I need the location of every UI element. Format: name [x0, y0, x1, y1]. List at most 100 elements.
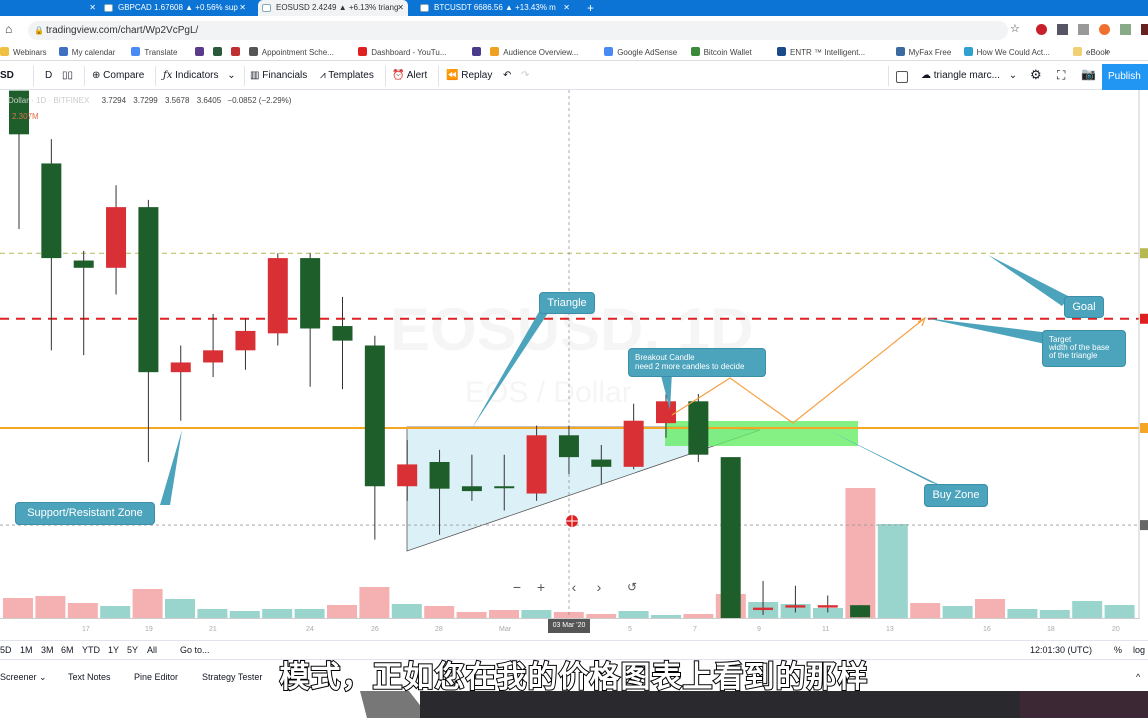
- goal-callout[interactable]: Goal: [1064, 296, 1104, 318]
- bookmarks-more-button[interactable]: »: [1106, 47, 1110, 56]
- bookmark-item[interactable]: Bitcoin Wallet: [690, 47, 752, 57]
- candle: [267, 253, 288, 346]
- volume-bar: [3, 598, 33, 618]
- publish-button[interactable]: Publish: [1102, 64, 1148, 90]
- price-tag: [1140, 248, 1148, 259]
- callout-pointer: [925, 318, 1050, 345]
- candles-icon[interactable]: ▯▯: [62, 70, 73, 81]
- extension-icon[interactable]: [1078, 24, 1089, 35]
- bookmark-item[interactable]: ENTR ™ Intelligent...: [777, 47, 865, 57]
- bookmark-item[interactable]: Audience Overview...: [490, 47, 578, 57]
- candle-body: [300, 258, 321, 329]
- price-tag: [1140, 520, 1148, 531]
- bookmark-item[interactable]: How We Could Act...: [963, 47, 1050, 57]
- extension-icon[interactable]: [1099, 24, 1110, 35]
- star-icon[interactable]: ☆: [1010, 22, 1020, 35]
- x-tick-label: 7: [693, 626, 697, 633]
- volume-bar: [262, 609, 293, 618]
- volume-bar: [100, 606, 131, 618]
- bookmark-label: Google AdSense: [617, 48, 678, 57]
- bookmark-label: MyFax Free: [908, 48, 952, 57]
- candle: [170, 345, 191, 421]
- triangle-callout[interactable]: Triangle: [539, 292, 595, 314]
- tab-label: BTCUSDT 6686.56 ▲ +13.43% m: [434, 3, 556, 12]
- bookmark-item[interactable]: Translate: [131, 47, 177, 57]
- replay-button[interactable]: ⏪ Replay: [446, 70, 492, 81]
- volume-bar: [1039, 610, 1070, 618]
- buy-zone-callout[interactable]: Buy Zone: [924, 484, 988, 507]
- tab-gbpcad[interactable]: GBPCAD 1.67608 ▲ +0.56% sup ✕: [100, 0, 250, 16]
- compare-button[interactable]: ⊕ Compare: [92, 70, 144, 81]
- adblock-icon[interactable]: [1036, 24, 1047, 35]
- callout-pointer: [988, 255, 1070, 306]
- tab-btcusdt[interactable]: BTCUSDT 6686.56 ▲ +13.43% m ✕: [416, 0, 574, 16]
- scroll-forward-button[interactable]: ›: [591, 579, 607, 595]
- undo-icon[interactable]: ↶: [503, 70, 511, 81]
- gear-icon[interactable]: ⚙: [1030, 67, 1042, 83]
- camera-icon[interactable]: 📷: [1081, 67, 1096, 81]
- alert-label: Alert: [406, 70, 428, 81]
- target-callout[interactable]: Target width of the base of the triangle: [1042, 330, 1126, 367]
- callout-note: need 2 more candles to decide: [635, 362, 745, 371]
- legend-low: 3.5678: [164, 96, 190, 105]
- bookmark-item[interactable]: [194, 47, 208, 57]
- bookmark-item[interactable]: MyFax Free: [895, 47, 952, 57]
- candle-body: [850, 605, 871, 618]
- bookmark-item[interactable]: [230, 47, 244, 57]
- zoom-in-button[interactable]: +: [533, 579, 549, 595]
- chart-toolbar: SD D ▯▯ ⊕ Compare ƒx Indicators ⌄ ▥ Fina…: [0, 62, 1148, 90]
- extension-icon[interactable]: [1057, 24, 1068, 35]
- bookmark-icon: [212, 47, 222, 56]
- zoom-out-button[interactable]: −: [509, 579, 525, 595]
- candle-body: [429, 461, 450, 489]
- candle: [850, 605, 871, 618]
- bookmark-item[interactable]: Webinars: [0, 47, 47, 57]
- close-icon[interactable]: ✕: [239, 0, 246, 16]
- candle: [364, 335, 385, 540]
- symbol-search[interactable]: SD: [0, 70, 14, 81]
- url-input[interactable]: 🔒 tradingview.com/chart/Wp2VcPgL/: [28, 21, 1008, 40]
- price-chart[interactable]: EOSUSD, 1D EOS / Dollar: [0, 90, 1148, 618]
- bookmark-item[interactable]: Dashboard - YouTu...: [358, 47, 447, 57]
- indicators-button[interactable]: ƒx Indicators ⌄: [163, 70, 236, 81]
- support-callout[interactable]: Support/Resistant Zone: [15, 502, 155, 525]
- bookmark-icon: [690, 47, 700, 56]
- candle: [203, 313, 224, 378]
- bookmark-item[interactable]: My calendar: [58, 47, 115, 57]
- candle: [720, 457, 741, 618]
- tab-label: GBPCAD 1.67608 ▲ +0.56% sup: [118, 3, 238, 12]
- scroll-back-button[interactable]: ‹: [566, 579, 582, 595]
- candle-body: [397, 464, 418, 487]
- extension-icon[interactable]: [1120, 24, 1131, 35]
- bookmark-item[interactable]: Appointment Sche...: [248, 47, 334, 57]
- close-icon[interactable]: ✕: [397, 0, 404, 16]
- tab-close-prev[interactable]: ✕: [0, 0, 100, 16]
- bookmark-icon: [0, 47, 9, 56]
- select-checkbox[interactable]: [896, 71, 908, 83]
- x-tick-label: 20: [1112, 626, 1120, 633]
- reset-chart-button[interactable]: ↺: [624, 580, 640, 594]
- fullscreen-icon[interactable]: ⛶: [1057, 68, 1065, 83]
- breakout-callout[interactable]: Breakout Candle need 2 more candles to de…: [628, 348, 766, 377]
- home-icon[interactable]: ⌂: [5, 22, 12, 36]
- chevron-down-icon[interactable]: ⌄: [227, 70, 235, 81]
- bookmark-item[interactable]: [212, 47, 226, 57]
- new-tab-button[interactable]: +: [582, 0, 602, 16]
- x-tick-label: 24: [306, 626, 314, 633]
- close-icon[interactable]: ✕: [89, 0, 96, 16]
- bookmark-item[interactable]: Google AdSense: [604, 47, 677, 57]
- alert-button[interactable]: ⏰ Alert: [392, 70, 427, 81]
- price-tag: [1140, 313, 1148, 324]
- interval-button[interactable]: D: [45, 70, 52, 81]
- layout-menu[interactable]: ☁ triangle marc... ⌄: [921, 70, 1017, 81]
- extension-icon[interactable]: [1141, 24, 1148, 35]
- close-icon[interactable]: ✕: [563, 0, 570, 16]
- redo-icon[interactable]: ↷: [521, 70, 529, 81]
- candle: [106, 185, 127, 295]
- bookmark-item[interactable]: eBook: [1073, 47, 1109, 57]
- bookmark-item[interactable]: [472, 47, 485, 57]
- tab-eosusd[interactable]: EOSUSD 2.4249 ▲ +6.13% triang ✕: [258, 0, 408, 16]
- templates-button[interactable]: ⩘ Templates: [320, 70, 374, 81]
- financials-button[interactable]: ▥ Financials: [250, 70, 307, 81]
- volume-bar: [521, 610, 552, 618]
